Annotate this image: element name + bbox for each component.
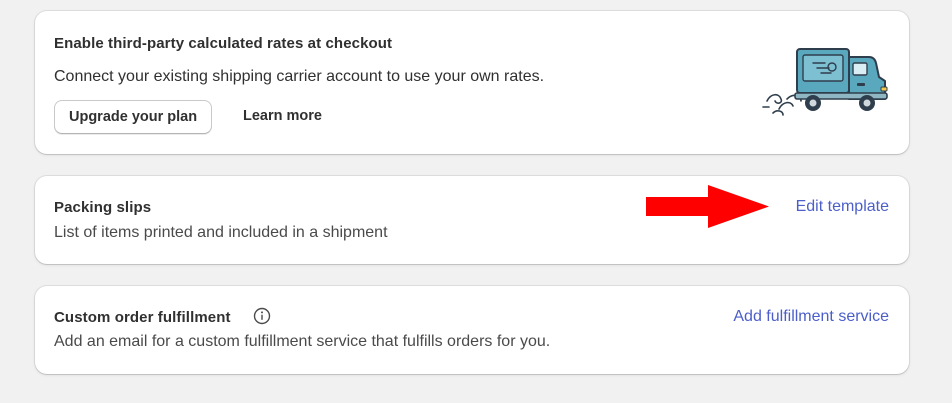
custom-fulfillment-title: Custom order fulfillment <box>54 309 231 326</box>
learn-more-button[interactable]: Learn more <box>243 108 322 124</box>
upgrade-plan-button[interactable]: Upgrade your plan <box>54 100 213 134</box>
third-party-rates-card: Enable third-party calculated rates at c… <box>35 11 909 154</box>
add-fulfillment-service-link[interactable]: Add fulfillment service <box>733 308 889 326</box>
custom-fulfillment-card: Custom order fulfillment Add an email fo… <box>35 286 909 374</box>
custom-fulfillment-description: Add an email for a custom fulfillment se… <box>54 333 551 350</box>
rates-card-title: Enable third-party calculated rates at c… <box>54 35 393 52</box>
rates-card-description: Connect your existing shipping carrier a… <box>54 68 545 85</box>
delivery-truck-icon <box>762 48 888 116</box>
packing-slips-description: List of items printed and included in a … <box>54 224 388 241</box>
red-arrow-icon <box>646 185 769 228</box>
info-icon[interactable] <box>253 307 271 325</box>
packing-slips-card: Packing slips List of items printed and … <box>35 176 909 264</box>
edit-template-link[interactable]: Edit template <box>796 198 889 216</box>
packing-slips-title: Packing slips <box>54 199 152 216</box>
